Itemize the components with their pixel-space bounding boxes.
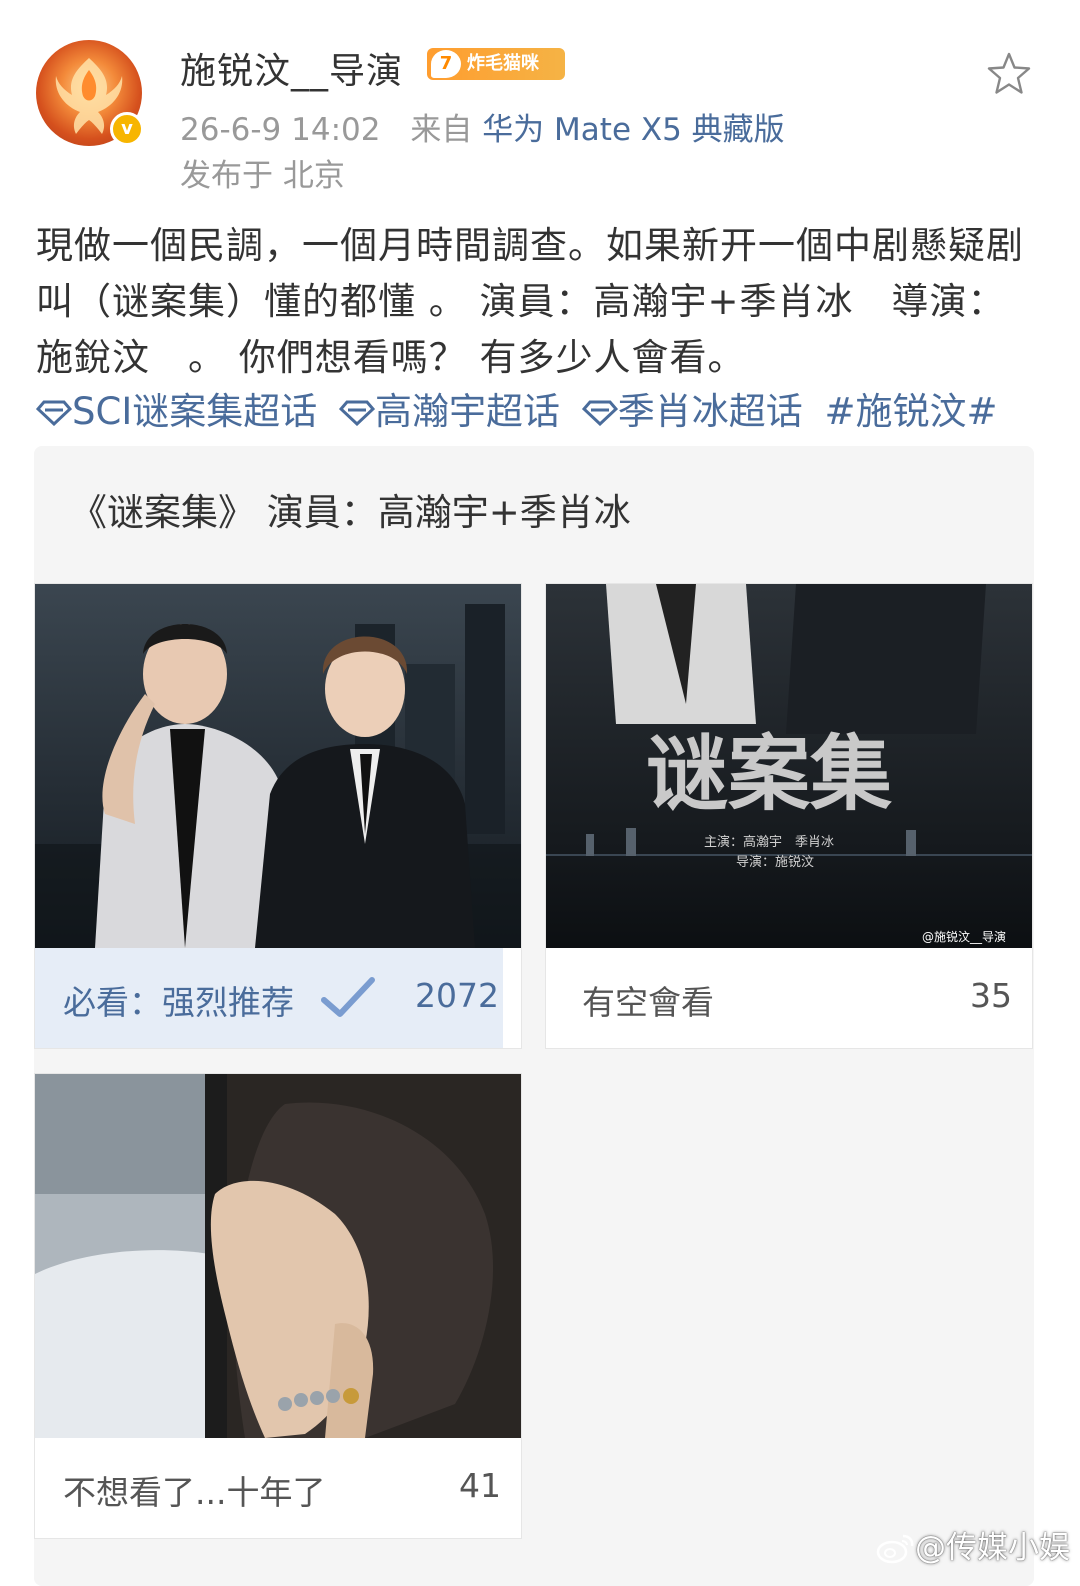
post-location: 发布于 北京 xyxy=(180,158,345,194)
vote-card: 《谜案集》 演員：高瀚宇+季肖冰 必看：强烈推荐 2072 谜案集 主演：高瀚宇… xyxy=(34,446,1034,1586)
option-count: 2072 xyxy=(415,976,499,1015)
checkmark-icon xyxy=(321,977,375,1017)
source-prefix: 来自 xyxy=(410,112,473,148)
vote-option-1[interactable]: 必看：强烈推荐 2072 xyxy=(34,583,522,1049)
badge-text: 炸毛猫咪 xyxy=(467,53,539,74)
watermark: @传媒小娱 xyxy=(875,1522,1070,1567)
super-topic-diamond-icon xyxy=(36,400,72,426)
option-image-actors xyxy=(35,584,521,948)
option-label: 不想看了...十年了 xyxy=(63,1473,326,1512)
hashtag-link[interactable]: #施锐汶# xyxy=(825,384,998,440)
super-topic-tag[interactable]: SCI谜案集超话 xyxy=(36,384,317,440)
vote-title: 《谜案集》 演員：高瀚宇+季肖冰 xyxy=(70,491,631,534)
option-image-facepalm xyxy=(35,1074,521,1438)
poster-credit-mark: @施锐汶__导演 xyxy=(922,929,1006,944)
option-image-poster: 谜案集 主演：高瀚宇 季肖冰 导演：施锐汶 @施锐汶__导演 xyxy=(546,584,1032,948)
weibo-logo-icon xyxy=(876,1534,914,1564)
option-count: 35 xyxy=(970,976,1012,1015)
super-topic-diamond-icon xyxy=(339,400,375,426)
fan-level-badge[interactable]: 7 炸毛猫咪 xyxy=(427,48,565,80)
super-topic-tag[interactable]: 季肖冰超话 xyxy=(581,384,803,440)
weibo-post: v 施锐汶__导演 7 炸毛猫咪 26-6-9 14:02 来自 华为 Mate… xyxy=(0,0,1080,1586)
level-number: 7 xyxy=(431,50,461,78)
option-label: 必看：强烈推荐 xyxy=(63,983,294,1022)
verified-badge-icon: v xyxy=(110,112,144,146)
poster-credits-director: 导演：施锐汶 xyxy=(736,854,814,870)
post-meta: 26-6-9 14:02 来自 华为 Mate X5 典藏版 xyxy=(180,104,785,149)
topic-tags: SCI谜案集超话 高瀚宇超话 季肖冰超话 #施锐汶# xyxy=(36,384,1046,440)
option-count: 41 xyxy=(459,1466,501,1505)
vote-option-2[interactable]: 谜案集 主演：高瀚宇 季肖冰 导演：施锐汶 @施锐汶__导演 有空會看 35 xyxy=(545,583,1033,1049)
post-text: 現做一個民調，一個月時間調查。如果新开一個中剧懸疑剧 叫（谜案集）懂的都懂 。 … xyxy=(36,224,1024,379)
option-label: 有空會看 xyxy=(582,983,714,1022)
super-topic-tag[interactable]: 高瀚宇超话 xyxy=(339,384,560,440)
favorite-star-icon[interactable] xyxy=(985,50,1033,98)
option-label-row[interactable]: 必看：强烈推荐 2072 xyxy=(35,948,503,1048)
poster-title: 谜案集 xyxy=(646,726,892,822)
device-link[interactable]: 华为 Mate X5 典藏版 xyxy=(482,112,785,148)
post-time: 26-6-9 14:02 xyxy=(180,112,381,148)
vote-option-3[interactable]: 不想看了...十年了 41 xyxy=(34,1073,522,1539)
poster-credits-cast: 主演：高瀚宇 季肖冰 xyxy=(704,834,834,850)
super-topic-diamond-icon xyxy=(581,400,618,426)
username[interactable]: 施锐汶__导演 xyxy=(180,42,403,94)
option-label-row[interactable]: 有空會看 35 xyxy=(554,948,1032,1048)
option-label-row[interactable]: 不想看了...十年了 41 xyxy=(35,1438,521,1538)
